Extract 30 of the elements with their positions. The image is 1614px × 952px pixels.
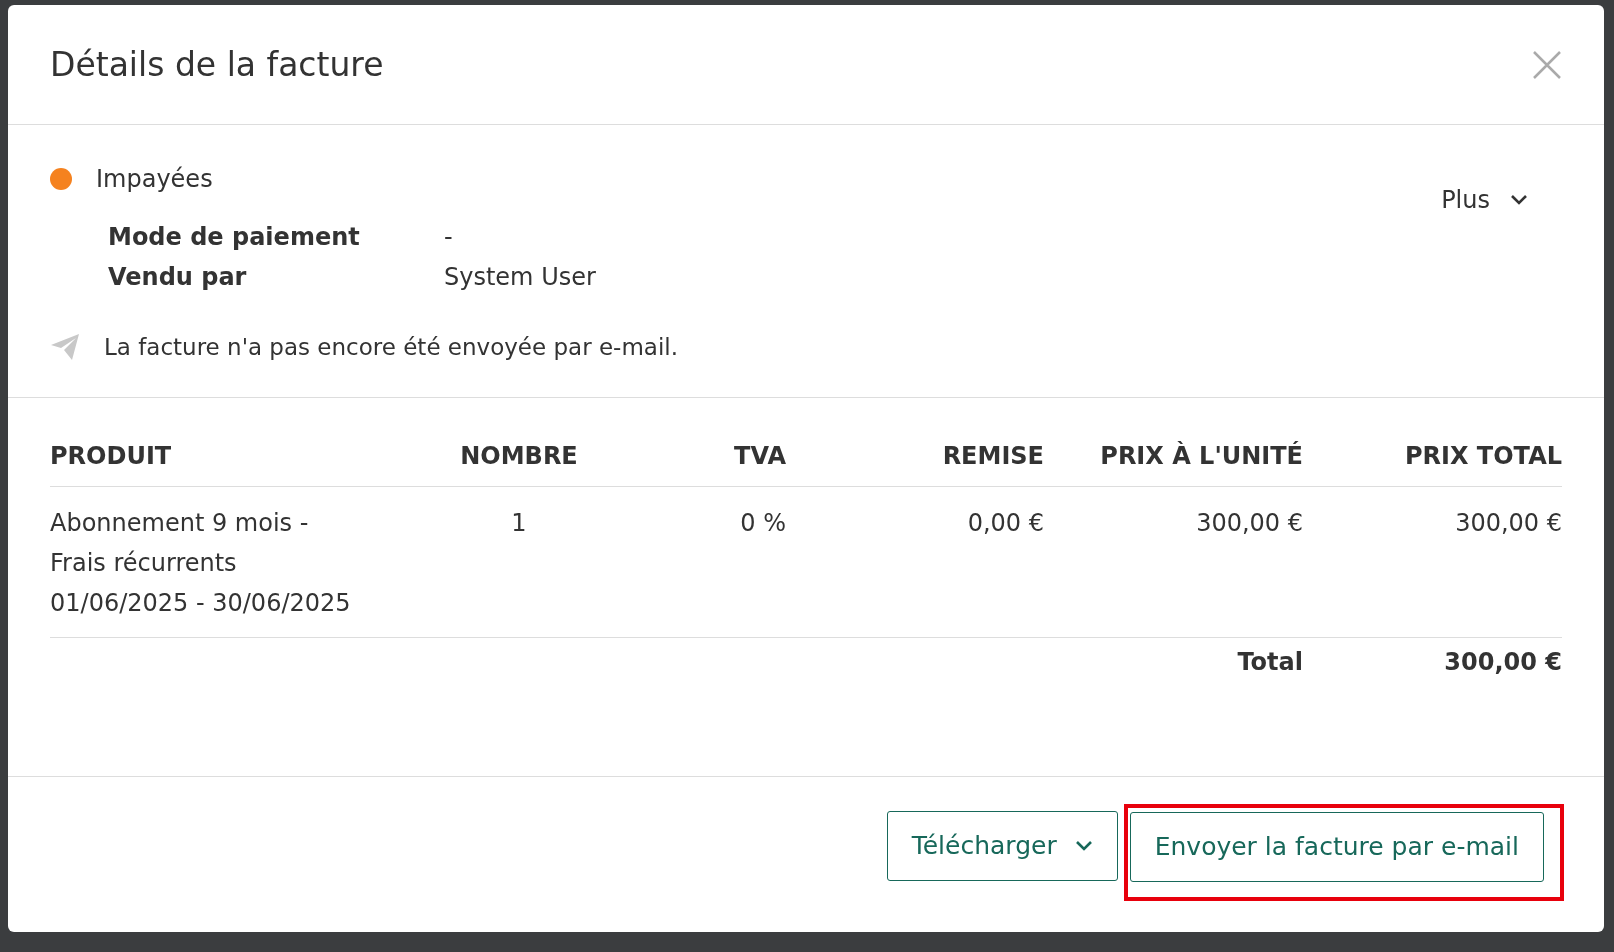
download-dropdown[interactable]: Télécharger — [886, 810, 1118, 881]
email-status-text: La facture n'a pas encore été envoyée par e-mail. — [104, 334, 678, 360]
product-line: 01/06/2025 - 30/06/2025 — [50, 588, 352, 619]
column-header: PRIX TOTAL — [1404, 442, 1562, 470]
chevron-down-icon — [1510, 194, 1528, 206]
table-cell-text: 0 % — [739, 508, 786, 539]
table-cell-text: 0,00 € — [966, 508, 1044, 539]
detail-value: System User — [444, 263, 597, 291]
more-dropdown[interactable]: Plus — [1435, 185, 1534, 215]
total-label: Total — [1237, 648, 1303, 676]
status-label: Impayées — [96, 165, 213, 193]
product-line: Abonnement 9 mois - — [50, 508, 310, 539]
close-icon[interactable] — [1532, 49, 1562, 80]
column-header: TVA — [733, 442, 786, 470]
detail-value: - — [444, 223, 454, 251]
column-header: PRIX À L'UNITÉ — [1099, 442, 1303, 470]
paper-plane-icon — [50, 333, 80, 361]
detail-label: Vendu par — [108, 263, 248, 291]
table-cell-text: 300,00 € — [1195, 508, 1303, 539]
detail-label: Mode de paiement — [108, 223, 361, 251]
table-cell-text: 300,00 € — [1454, 508, 1562, 539]
dialog-title: Détails de la facture — [50, 45, 384, 84]
column-header: REMISE — [941, 442, 1044, 470]
table-cell-text: 1 — [510, 508, 528, 539]
total-value: 300,00 € — [1444, 648, 1562, 676]
column-header: NOMBRE — [459, 442, 579, 470]
product-line: Frais récurrents — [50, 548, 238, 579]
column-header: PRODUIT — [50, 442, 173, 470]
send-email-button[interactable]: Envoyer la facture par e-mail — [1129, 811, 1544, 882]
chevron-down-icon — [1074, 839, 1093, 852]
